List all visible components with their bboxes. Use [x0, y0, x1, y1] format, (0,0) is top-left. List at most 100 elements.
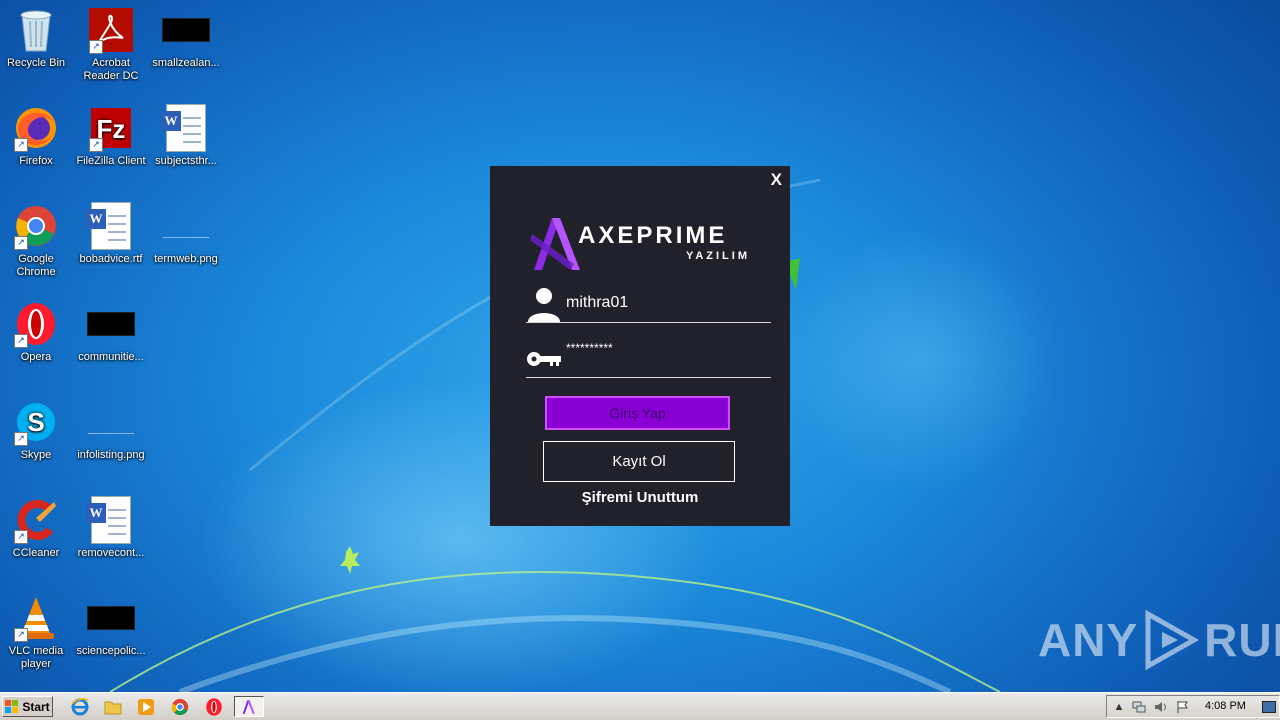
shortcut-arrow-icon: ↗ [14, 334, 28, 348]
username-value: mithra01 [566, 294, 629, 311]
recycle-bin-icon [12, 6, 60, 54]
ie-icon [71, 698, 89, 716]
network-icon[interactable] [1131, 699, 1147, 715]
show-hidden-icons-button[interactable]: ▲ [1111, 699, 1127, 715]
play-icon [1145, 610, 1200, 670]
desktop-icon-vlc[interactable]: ↗ VLC media player [0, 594, 72, 671]
shortcut-arrow-icon: ↗ [14, 628, 28, 642]
desktop-icon-label: CCleaner [12, 547, 60, 559]
desktop-icon-label: infolisting.png [77, 449, 145, 461]
desktop-icon-label: subjectsthr... [155, 155, 217, 167]
shortcut-arrow-icon: ↗ [89, 138, 103, 152]
desktop-icon-label: Firefox [19, 155, 53, 167]
ccleaner-icon: ↗ [12, 496, 60, 544]
desktop-icon-label: VLC media player [8, 645, 64, 670]
media-player-icon [138, 699, 154, 715]
quick-launch-opera[interactable] [204, 697, 224, 717]
desktop-icon-label: communitie... [78, 351, 144, 363]
word-document-icon: W [161, 104, 210, 152]
image-file-icon [87, 300, 135, 348]
desktop-icon-opera[interactable]: ↗ Opera [0, 300, 72, 364]
desktop-icon-label: Acrobat Reader DC [83, 57, 139, 82]
anyrun-watermark: ANY RUN [1038, 608, 1280, 672]
watermark-text-right: RUN [1204, 614, 1280, 666]
desktop-icon-label: Google Chrome [16, 253, 56, 278]
word-document-icon: W [86, 496, 135, 544]
axeprime-task-icon [242, 699, 255, 714]
watermark-text-left: ANY [1038, 614, 1139, 666]
password-field[interactable]: ********** [526, 339, 771, 378]
volume-icon[interactable] [1153, 699, 1169, 715]
opera-icon [206, 698, 222, 716]
quick-launch-explorer[interactable] [103, 697, 123, 717]
desktop-icon-ccleaner[interactable]: ↗ CCleaner [0, 496, 72, 560]
forgot-password-link[interactable]: Şifremi Unuttum [490, 489, 790, 506]
taskbar-item-axeprime[interactable] [234, 696, 264, 717]
password-value: ********** [566, 341, 613, 355]
desktop-icon-label: sciencepolic... [76, 645, 146, 657]
brand-logo: AXEPRIME YAZILIM [530, 214, 750, 274]
folder-icon [104, 701, 122, 715]
filezilla-icon: Fz ↗ [87, 104, 135, 152]
start-label: Start [22, 699, 50, 714]
desktop-icon-communitie[interactable]: communitie... [75, 300, 147, 364]
taskbar-clock[interactable]: 4:08 PM [1205, 700, 1246, 712]
shortcut-arrow-icon: ↗ [14, 530, 28, 544]
desktop-icon-label: Skype [20, 449, 52, 461]
register-button[interactable]: Kayıt Ol [543, 441, 735, 482]
start-button[interactable]: Start [2, 696, 53, 717]
windows-logo-icon [5, 699, 19, 713]
desktop-icon-termweb[interactable]: termweb.png [150, 202, 222, 266]
shortcut-arrow-icon: ↗ [14, 138, 28, 152]
desktop-icon-removecont[interactable]: W removecont... [75, 496, 147, 560]
image-file-icon [162, 202, 210, 250]
username-field[interactable]: mithra01 [526, 284, 771, 323]
wallpaper-glow-right [780, 230, 1060, 490]
word-document-icon: W [86, 202, 135, 250]
taskbar: Start ▲ 4:08 PM [0, 692, 1280, 720]
show-desktop-button[interactable] [1261, 699, 1277, 715]
key-icon [527, 352, 561, 366]
skype-icon: S ↗ [12, 398, 60, 446]
shortcut-arrow-icon: ↗ [89, 40, 103, 54]
desktop-icon-sciencepolic[interactable]: sciencepolic... [75, 594, 147, 658]
acrobat-icon: ↗ [87, 6, 135, 54]
desktop-icon-chrome[interactable]: ↗ Google Chrome [0, 202, 72, 279]
shortcut-arrow-icon: ↗ [14, 236, 28, 250]
action-center-flag-icon[interactable] [1175, 699, 1191, 715]
user-icon [528, 288, 560, 322]
desktop-icon-acrobat[interactable]: ↗ Acrobat Reader DC [75, 6, 147, 83]
image-file-icon [162, 6, 210, 54]
brand-title: AXEPRIME [578, 222, 728, 249]
desktop-icon-bobadvice[interactable]: W bobadvice.rtf [75, 202, 147, 266]
image-file-icon [87, 398, 135, 446]
desktop-icon-label: Opera [20, 351, 52, 363]
desktop-icon-smallzealan[interactable]: smallzealan... [150, 6, 222, 70]
close-button[interactable]: X [771, 170, 782, 190]
desktop-icon-label: Recycle Bin [6, 57, 66, 69]
quick-launch-ie[interactable] [70, 697, 90, 717]
desktop-icon-label: bobadvice.rtf [79, 253, 143, 265]
quick-launch-chrome[interactable] [170, 697, 190, 717]
desktop-icon-label: removecont... [77, 547, 145, 559]
desktop-icon-firefox[interactable]: ↗ Firefox [0, 104, 72, 168]
shortcut-arrow-icon: ↗ [14, 432, 28, 446]
chrome-icon [171, 698, 189, 716]
desktop-icon-label: smallzealan... [152, 57, 220, 69]
desktop-icon-recycle-bin[interactable]: Recycle Bin [0, 6, 72, 70]
brand-subtitle: YAZILIM [686, 250, 750, 262]
desktop-icon-infolisting[interactable]: infolisting.png [75, 398, 147, 462]
chrome-icon: ↗ [12, 202, 60, 250]
desktop-icon-label: FileZilla Client [76, 155, 146, 167]
system-tray: ▲ 4:08 PM [1106, 695, 1280, 718]
image-file-icon [87, 594, 135, 642]
firefox-icon: ↗ [12, 104, 60, 152]
quick-launch-media-player[interactable] [136, 697, 156, 717]
desktop-icon-skype[interactable]: S ↗ Skype [0, 398, 72, 462]
desktop-icon-filezilla[interactable]: Fz ↗ FileZilla Client [75, 104, 147, 168]
opera-icon: ↗ [12, 300, 60, 348]
login-button[interactable]: Giriş Yap [545, 396, 730, 430]
svg-text:S: S [27, 407, 44, 437]
desktop-icon-label: termweb.png [154, 253, 218, 265]
desktop-icon-subjectsthr[interactable]: W subjectsthr... [150, 104, 222, 168]
